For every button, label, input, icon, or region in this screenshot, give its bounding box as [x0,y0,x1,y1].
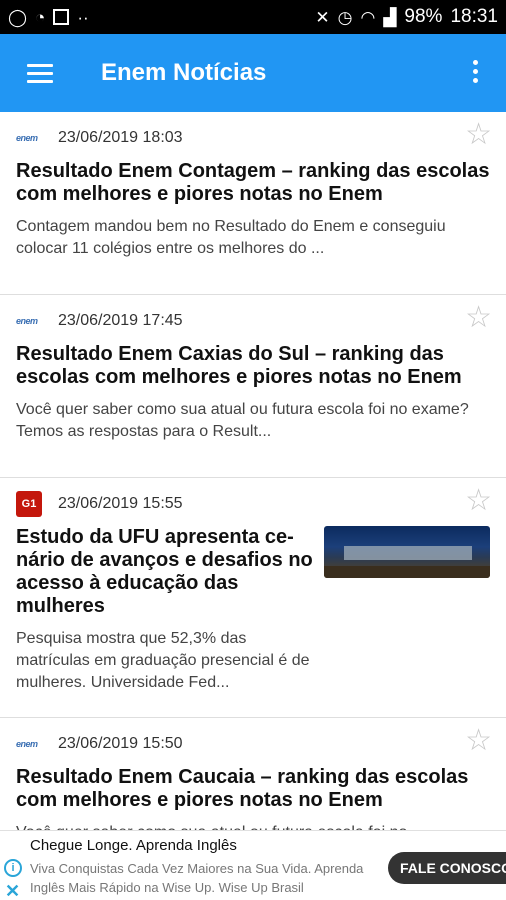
ad-body: Viva Conquistas Cada Vez Maiores na Sua … [30,861,364,895]
whatsapp-icon: ◯ [8,7,28,27]
enem-logo: enem [16,739,38,749]
favorite-star-icon[interactable]: ☆ [465,726,492,756]
rss-icon: ◔ [35,7,46,27]
wifi-icon: ◠ [360,7,376,27]
enem-source-icon: enem [16,311,42,331]
flipboard-icon [53,9,70,25]
news-card[interactable]: G1 23/06/2019 15:55 ☆ Estudo da UFU apre… [0,478,506,718]
alarm-icon: ◷ [337,7,353,27]
more-notifications-icon: ·· [77,7,89,27]
article-date: 23/06/2019 15:50 [58,735,183,752]
clock: 18:31 [450,6,498,27]
card-header: enem 23/06/2019 17:45 [16,309,490,333]
news-card[interactable]: enem 23/06/2019 17:45 ☆ Resultado Enem C… [0,295,506,478]
article-thumbnail-image[interactable] [324,526,490,578]
enem-logo: enem [16,316,38,326]
status-left: ◯ ◔ ·· [8,9,89,26]
news-card[interactable]: enem 23/06/2019 18:03 ☆ Resultado Enem C… [0,112,506,295]
ad-banner[interactable]: i ✕ Chegue Longe. Aprenda Inglês Viva Co… [0,830,506,900]
article-date: 23/06/2019 15:55 [58,495,183,512]
signal-icon: ▟ [383,7,397,27]
news-feed[interactable]: enem 23/06/2019 18:03 ☆ Resultado Enem C… [0,112,506,830]
status-right: ✕ ◷ ◠ ▟ 98% 18:31 [315,6,498,28]
ad-close-icon[interactable]: ✕ [5,881,20,900]
hamburger-menu-icon[interactable] [27,63,53,83]
favorite-star-icon[interactable]: ☆ [465,120,492,150]
card-header: enem 23/06/2019 18:03 [16,126,490,150]
enem-source-icon: enem [16,128,42,148]
overflow-menu-icon[interactable] [473,60,478,83]
status-bar: ◯ ◔ ·· ✕ ◷ ◠ ▟ 98% 18:31 [0,0,506,34]
article-title[interactable]: Resultado Enem Contagem – ranking das es… [16,160,490,206]
article-date: 23/06/2019 18:03 [58,129,183,146]
battery-level: 98% [404,6,443,27]
card-header: enem 23/06/2019 15:50 [16,732,490,756]
article-description: Você quer saber como sua atual ou futura… [16,401,469,440]
app-title: Enem Notícias [101,59,267,86]
article-title[interactable]: Resultado Enem Caxias do Sul – ranking d… [16,343,490,389]
ad-title[interactable]: Chegue Longe. Aprenda Inglês [30,837,237,854]
favorite-star-icon[interactable]: ☆ [465,486,492,516]
article-description: Pesquisa mostra que 52,3% das matrículas… [16,630,310,691]
article-date: 23/06/2019 17:45 [58,312,183,329]
article-title[interactable]: Estudo da UFU apresenta ce-nário de avan… [16,526,314,618]
news-card[interactable]: enem 23/06/2019 15:50 ☆ Resultado Enem C… [0,718,506,831]
enem-source-icon: enem [16,734,42,754]
ad-info-icon[interactable]: i [4,859,22,877]
mute-icon: ✕ [315,7,330,27]
app-bar: Enem Notícias [0,34,506,112]
article-description: Você quer saber como sua atual ou futura… [16,822,490,830]
g1-logo: G1 [16,491,42,517]
article-description: Contagem mandou bem no Resultado do Enem… [16,218,446,257]
card-texts: Estudo da UFU apresenta ce-nário de avan… [16,516,314,694]
card-content-row: Estudo da UFU apresenta ce-nário de avan… [16,516,490,694]
article-title[interactable]: Resultado Enem Caucaia – ranking das esc… [16,766,490,812]
card-header: G1 23/06/2019 15:55 [16,491,490,517]
g1-source-icon: G1 [16,491,42,517]
favorite-star-icon[interactable]: ☆ [465,303,492,333]
ad-contact-button[interactable]: FALE CONOSCO [388,852,506,884]
enem-logo: enem [16,133,38,143]
